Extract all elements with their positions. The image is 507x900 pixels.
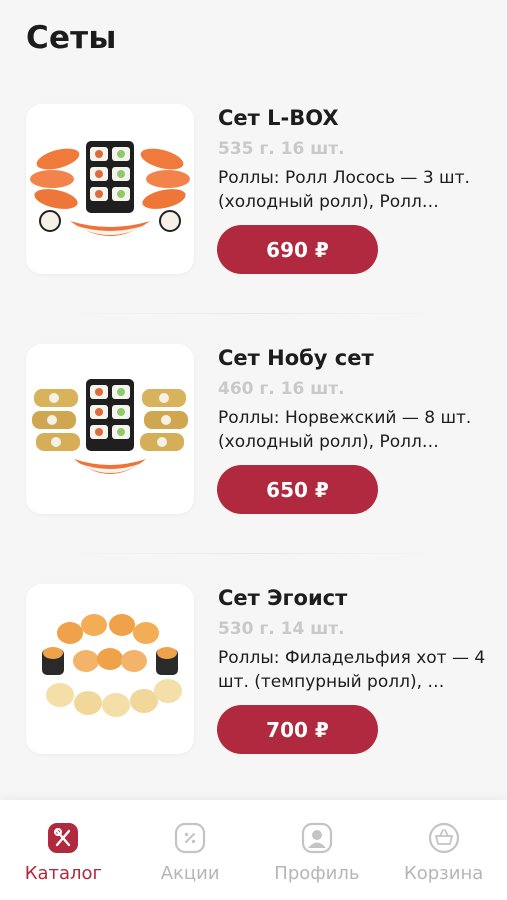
price-button[interactable]: 700 ₽ [217, 705, 378, 754]
nav-item-promotions[interactable]: Акции [127, 800, 254, 900]
nav-item-profile[interactable]: Профиль [254, 800, 381, 900]
product-name: Сет Нобу сет [218, 346, 374, 370]
divider [60, 553, 447, 554]
nav-label: Акции [160, 863, 220, 884]
price-button[interactable]: 690 ₽ [217, 225, 378, 274]
product-card[interactable]: Сет L-BOX 535 г. 16 шт. Роллы: Ролл Лосо… [0, 86, 507, 326]
product-card[interactable]: Сет Эгоист 530 г. 14 шт. Роллы: Филадель… [0, 566, 507, 806]
product-description: Роллы: Норвежский — 8 шт. (холодный ролл… [218, 408, 472, 452]
bottom-nav: Каталог Акции Профиль Корзина [0, 800, 507, 900]
percent-icon [172, 820, 208, 856]
product-image[interactable] [26, 344, 194, 514]
product-weight-count: 460 г. 16 шт. [218, 379, 345, 399]
product-weight-count: 535 г. 16 шт. [218, 139, 345, 159]
nav-label: Каталог [24, 863, 103, 884]
product-description: Роллы: Филадельфия хот — 4 шт. (темпурны… [218, 648, 486, 692]
product-image[interactable] [26, 584, 194, 754]
divider [60, 313, 447, 314]
profile-icon [299, 820, 335, 856]
product-description: Роллы: Ролл Лосось — 3 шт. (холодный рол… [218, 168, 470, 212]
sushi-set-salmon-icon [30, 141, 190, 236]
product-name: Сет L-BOX [218, 106, 339, 130]
nav-label: Профиль [274, 863, 360, 884]
product-list: Сет L-BOX 535 г. 16 шт. Роллы: Ролл Лосо… [0, 86, 507, 806]
basket-icon [426, 820, 462, 856]
nav-item-catalog[interactable]: Каталог [0, 800, 127, 900]
product-image[interactable] [26, 104, 194, 274]
catalog-icon [45, 820, 81, 856]
page-title: Сеты [26, 20, 117, 56]
sushi-set-tempura-icon [32, 379, 188, 474]
nav-item-cart[interactable]: Корзина [380, 800, 507, 900]
product-weight-count: 530 г. 14 шт. [218, 619, 345, 639]
product-card[interactable]: Сет Нобу сет 460 г. 16 шт. Роллы: Норвеж… [0, 326, 507, 566]
sushi-set-baked-icon [42, 614, 182, 717]
screen: Сеты Сет L-BOX 535 г. 16 шт. Роллы: Ролл… [0, 0, 507, 900]
nav-label: Корзина [403, 863, 484, 884]
product-name: Сет Эгоист [218, 586, 348, 610]
price-button[interactable]: 650 ₽ [217, 465, 378, 514]
